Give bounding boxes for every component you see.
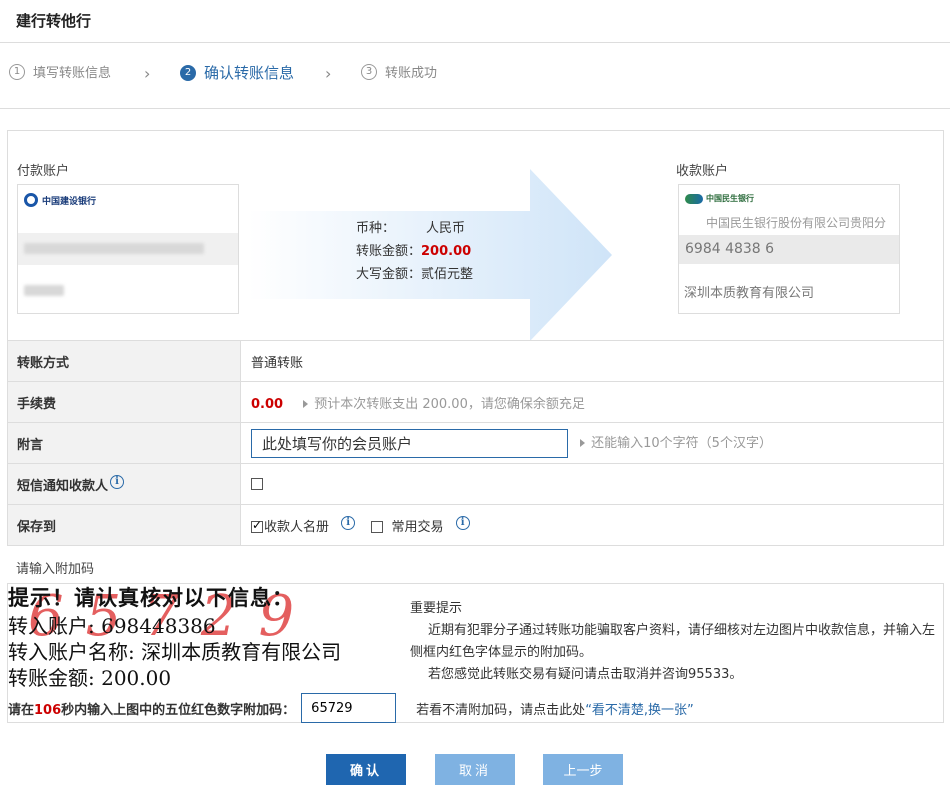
payee-bank-logo: 中国民生银行: [685, 193, 754, 204]
sms-row: 短信通知收款人 i: [7, 463, 944, 505]
cmbc-logo-icon: [685, 193, 703, 204]
payer-bank-logo: 中国建设银行: [24, 193, 96, 207]
payee-bank-name: 中国民生银行股份有限公司贵阳分: [706, 216, 887, 230]
memo-cell: 还能输入10个字符（5个汉字）: [240, 422, 944, 464]
sms-cell: [240, 463, 944, 505]
method-label: 转账方式: [7, 340, 241, 382]
currency-row: 币种： 人民币: [356, 217, 473, 240]
step-indicator: 1 填写转账信息 › 2 确认转账信息 › 3 转账成功: [0, 62, 950, 86]
ccb-logo-icon: [24, 193, 38, 207]
memo-row: 附言 还能输入10个字符（5个汉字）: [7, 422, 944, 464]
captcha-image: 65729 提示！请认真核对以下信息： 转入账户: 698448386 转入账户…: [8, 584, 403, 689]
amount-info: 币种： 人民币 转账金额：200.00 大写金额：贰佰元整: [356, 217, 473, 286]
notice-paragraph-1: 近期有犯罪分子通过转账功能骗取客户资料，请仔细核对左边图片中收款信息，并输入左侧…: [410, 623, 936, 660]
captcha-countdown: 106: [34, 702, 62, 718]
payer-label: 付款账户: [17, 164, 70, 179]
memo-hint: 还能输入10个字符（5个汉字）: [591, 435, 772, 451]
save-payee-checkbox[interactable]: [251, 518, 263, 533]
payee-card: 中国民生银行 中国民生银行股份有限公司贵阳分 6984 4838 6 深圳本质教…: [678, 184, 900, 314]
save-row: 保存到 收款人名册 i 常用交易 i: [7, 504, 944, 546]
caret-right-icon: [580, 439, 586, 447]
fee-cell: 0.00 预计本次转账支出 200.00，请您确保余额充足: [240, 381, 944, 423]
captcha-input-row: 请在106秒内输入上图中的五位红色数字附加码： 若看不清附加码，请点击此处“看不…: [8, 693, 943, 723]
notice-title: 重要提示: [410, 601, 463, 616]
save-common-label: 常用交易: [391, 519, 444, 535]
currency-label: 币种：: [356, 221, 396, 236]
notice-paragraph-2: 若您感觉此转账交易有疑问请点击取消并咨询95533。: [428, 667, 743, 682]
info-icon[interactable]: i: [455, 515, 470, 530]
info-icon[interactable]: i: [110, 474, 125, 489]
amount-row: 转账金额：200.00: [356, 240, 473, 263]
currency-value: 人民币: [426, 221, 466, 236]
account-summary: 付款账户 中国建设银行 币种： 人民币 转账金额：200.00 大写金额：贰佰元整…: [7, 130, 944, 341]
captcha-input[interactable]: [301, 693, 397, 723]
method-row: 转账方式 普通转账: [7, 340, 944, 382]
captcha-prompt: 请在106秒内输入上图中的五位红色数字附加码：: [8, 699, 295, 718]
payer-account-blurred: [24, 243, 204, 254]
fee-value: 0.00: [251, 396, 284, 412]
captcha-image-line3: 转入账户名称: 深圳本质教育有限公司: [8, 640, 342, 664]
back-button[interactable]: 上一步: [543, 754, 623, 785]
sms-label: 短信通知收款人: [17, 478, 109, 494]
captcha-prompt-post: 秒内输入上图中的五位红色数字附加码：: [61, 702, 296, 718]
payee-account-no: 6984 4838 6: [685, 241, 775, 257]
save-label: 保存到: [7, 504, 241, 546]
step-1: 1 填写转账信息: [9, 62, 111, 81]
fee-label: 手续费: [7, 381, 241, 423]
captcha-image-line4: 转账金额: 200.00: [8, 666, 172, 689]
fee-hint-wrap: 预计本次转账支出 200.00，请您确保余额充足: [303, 397, 585, 412]
payer-card: 中国建设银行: [17, 184, 239, 314]
captcha-refresh: 若看不清附加码，请点击此处“看不清楚,换一张”: [416, 699, 694, 718]
payee-bank-logo-text: 中国民生银行: [706, 194, 754, 203]
captcha-image-line1: 提示！请认真核对以下信息：: [8, 585, 294, 610]
step-2-label: 确认转账信息: [204, 64, 295, 82]
payer-bank-name: 中国建设银行: [42, 196, 97, 207]
cancel-button[interactable]: 取消: [435, 754, 515, 785]
captcha-label: 请输入附加码: [16, 562, 95, 577]
captcha-image-line2: 转入账户: 698448386: [8, 614, 216, 638]
payee-label: 收款账户: [676, 164, 729, 179]
payer-name-blurred: [24, 285, 64, 296]
sms-label-cell: 短信通知收款人 i: [7, 463, 241, 505]
step-3: 3 转账成功: [361, 62, 437, 81]
fee-row: 手续费 0.00 预计本次转账支出 200.00，请您确保余额充足: [7, 381, 944, 423]
sms-checkbox[interactable]: [251, 478, 263, 490]
caret-right-icon: [303, 400, 309, 408]
memo-label: 附言: [7, 422, 241, 464]
capital-label: 大写金额：: [356, 267, 422, 282]
confirm-button[interactable]: 确认: [326, 754, 406, 785]
info-icon[interactable]: i: [341, 515, 356, 530]
method-value: 普通转账: [240, 340, 944, 382]
step-3-label: 转账成功: [385, 66, 438, 81]
step-1-label: 填写转账信息: [33, 66, 112, 81]
step-2-number: 2: [180, 64, 196, 81]
step-2: 2 确认转账信息: [180, 62, 294, 83]
transfer-form: 转账方式 普通转账 手续费 0.00 预计本次转账支出 200.00，请您确保余…: [7, 340, 944, 546]
memo-hint-wrap: 还能输入10个字符（5个汉字）: [580, 436, 772, 451]
page-title: 建行转他行: [16, 12, 92, 30]
payee-account-name: 深圳本质教育有限公司: [684, 286, 815, 301]
save-payee-label: 收款人名册: [264, 519, 330, 535]
divider: [0, 42, 950, 43]
captcha-refresh-text: 若看不清附加码，请点击此处: [416, 702, 586, 718]
save-cell: 收款人名册 i 常用交易 i: [240, 504, 944, 546]
amount-label: 转账金额：: [356, 244, 422, 259]
capital-value: 贰佰元整: [421, 267, 474, 282]
captcha-refresh-link[interactable]: “看不清楚,换一张”: [585, 703, 694, 718]
step-3-number: 3: [361, 63, 377, 80]
divider: [0, 108, 950, 109]
important-notice: 重要提示 近期有犯罪分子通过转账功能骗取客户资料，请仔细核对左边图片中收款信息，…: [410, 598, 940, 686]
fee-hint: 预计本次转账支出 200.00，请您确保余额充足: [314, 396, 585, 412]
captcha-prompt-pre: 请在: [8, 702, 35, 718]
capital-row: 大写金额：贰佰元整: [356, 263, 473, 286]
step-1-number: 1: [9, 63, 25, 80]
memo-input[interactable]: [251, 428, 568, 458]
save-common-checkbox[interactable]: [371, 521, 384, 533]
chevron-right-icon: ›: [144, 64, 151, 83]
amount-value: 200.00: [421, 244, 472, 259]
chevron-right-icon: ›: [325, 64, 332, 83]
captcha-section: 65729 提示！请认真核对以下信息： 转入账户: 698448386 转入账户…: [7, 583, 944, 723]
